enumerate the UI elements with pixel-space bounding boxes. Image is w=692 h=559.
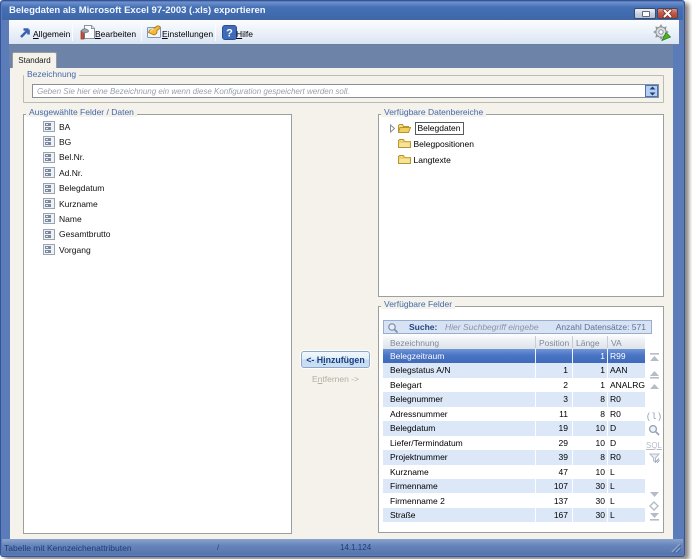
svg-text:?: ? bbox=[226, 28, 233, 40]
